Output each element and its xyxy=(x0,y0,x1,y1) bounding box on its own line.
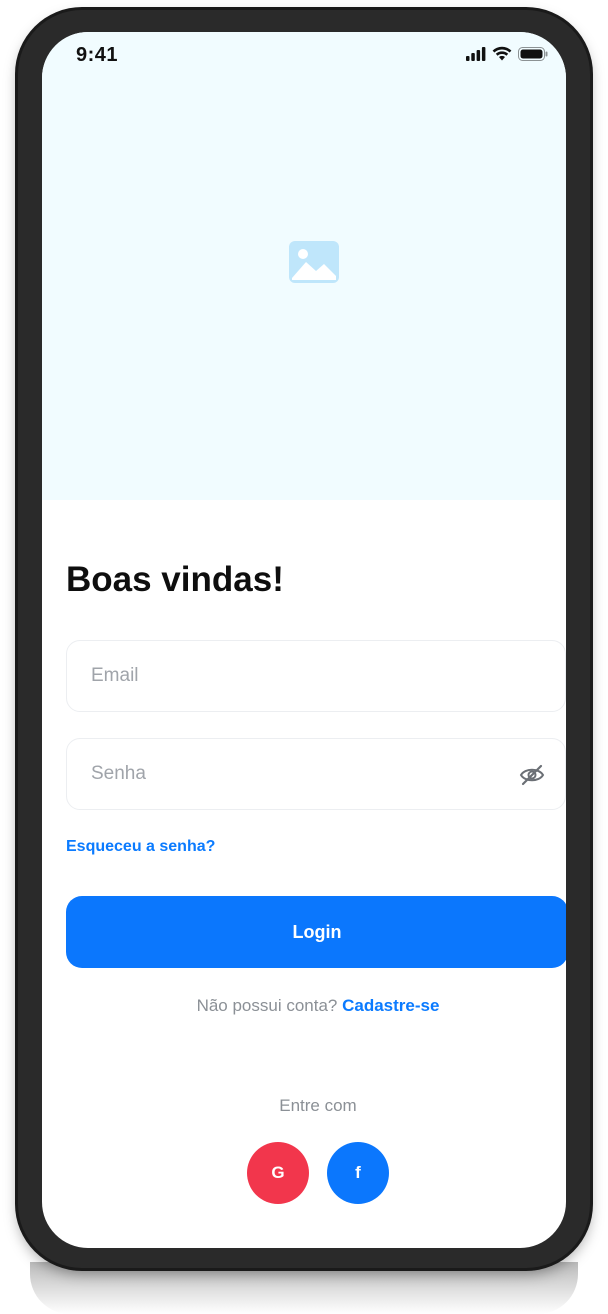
signup-link[interactable]: Cadastre-se xyxy=(342,996,439,1015)
hero-image-area: 9:41 xyxy=(42,32,566,500)
battery-icon xyxy=(518,46,548,61)
facebook-login-button[interactable]: f xyxy=(327,1142,389,1204)
wifi-icon xyxy=(492,46,512,61)
google-login-button[interactable]: G xyxy=(247,1142,309,1204)
login-button[interactable]: Login xyxy=(66,896,566,968)
forgot-password-link[interactable]: Esqueceu a senha? xyxy=(66,838,215,856)
status-bar: 9:41 xyxy=(42,32,566,80)
signal-icon xyxy=(466,46,486,61)
image-placeholder-icon xyxy=(289,241,339,283)
signup-row: Não possui conta? Cadastre-se xyxy=(42,996,566,1016)
email-input[interactable] xyxy=(89,641,493,711)
status-icons xyxy=(466,46,548,61)
phone-frame: 9:41 Boas vindas! Email Esqueceu a senha… xyxy=(18,10,590,1268)
password-input[interactable] xyxy=(89,739,493,809)
email-field[interactable] xyxy=(66,640,566,712)
signup-prompt: Não possui conta? xyxy=(196,996,343,1015)
social-login-label: Entre com xyxy=(279,1096,357,1115)
app-screen: 9:41 Boas vindas! Email Esqueceu a senha… xyxy=(42,32,566,1248)
status-time: 9:41 xyxy=(76,44,119,66)
page-title: Boas vindas! xyxy=(66,560,284,599)
eye-off-icon[interactable] xyxy=(519,763,545,787)
device-reflection xyxy=(30,1262,578,1314)
password-field[interactable] xyxy=(66,738,566,810)
